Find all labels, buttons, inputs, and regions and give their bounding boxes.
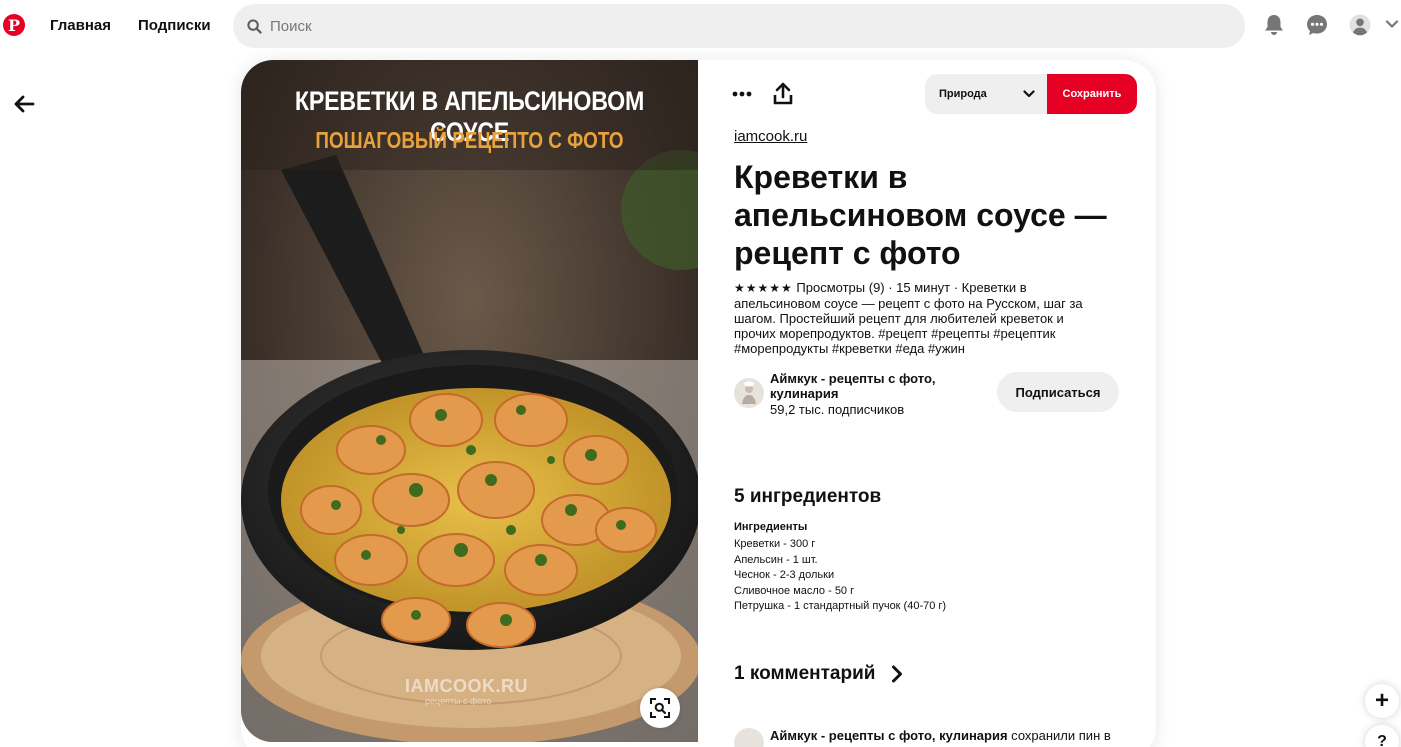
visual-search-icon <box>650 698 670 718</box>
image-title-line2: ПОШАГОВЫЙ РЕЦЕПТО С ФОТО <box>315 127 624 153</box>
nav-subscriptions-link[interactable]: Подписки <box>138 17 211 34</box>
more-dots-icon <box>732 91 752 97</box>
search-icon <box>247 18 262 34</box>
logo-letter: P <box>7 15 21 35</box>
messages-icon[interactable] <box>1306 14 1328 36</box>
image-watermark: IAMCOOK.RU <box>405 676 528 696</box>
follow-button[interactable]: Подписаться <box>997 372 1119 412</box>
author-followers: 59,2 тыс. подписчиков <box>770 402 905 417</box>
comments-toggle[interactable]: 1 комментарий <box>734 663 903 685</box>
pinterest-logo-icon[interactable]: P <box>3 14 25 36</box>
ingredient-item: Чеснок - 2-3 дольки <box>734 569 835 582</box>
add-button[interactable]: + <box>1365 684 1399 718</box>
image-watermark-sub: рецепты с фото <box>425 696 492 706</box>
chevron-down-icon <box>1023 90 1035 98</box>
ingredient-item: Петрушка - 1 стандартный пучок (40-70 г) <box>734 600 947 613</box>
saved-by-name[interactable]: Аймкук - рецепты с фото, кулинария <box>770 728 1008 743</box>
search-bar[interactable] <box>233 4 1245 48</box>
more-options-button[interactable] <box>724 84 760 104</box>
share-icon[interactable] <box>772 82 794 106</box>
board-select-label: Природа <box>939 88 987 100</box>
save-button[interactable]: Сохранить <box>1047 74 1137 114</box>
ingredient-item: Сливочное масло - 50 г <box>734 584 855 597</box>
chevron-down-icon[interactable] <box>1385 17 1399 31</box>
source-link[interactable]: iamcook.ru <box>734 128 807 145</box>
author-name[interactable]: Аймкук - рецепты с фото, кулинария <box>770 371 970 401</box>
top-navigation-bar: P Главная Подписки <box>0 0 1401 52</box>
search-input[interactable] <box>270 17 1170 35</box>
ingredient-item: Креветки - 300 г <box>734 538 816 550</box>
bell-icon[interactable] <box>1264 14 1284 36</box>
ingredients-list: Креветки - 300 г Апельсин - 1 шт. Чеснок… <box>734 537 946 615</box>
food-photo <box>241 60 698 742</box>
board-select-dropdown[interactable]: Природа <box>925 74 1047 114</box>
help-button[interactable]: ? <box>1365 725 1399 747</box>
comments-header-label: 1 комментарий <box>734 663 876 684</box>
ingredients-header: 5 ингредиентов <box>734 486 882 507</box>
chef-icon <box>742 381 756 404</box>
pin-description: ★★★★★ Просмотры (9) · 15 минут · Креветк… <box>734 280 1106 356</box>
saved-action-text: сохранили пин в <box>1007 728 1111 743</box>
chevron-right-icon <box>892 665 903 683</box>
ingredients-subheader: Ингредиенты <box>734 521 808 533</box>
user-avatar-icon[interactable] <box>1349 14 1371 36</box>
pin-stats: Просмотры (9) · 15 минут · <box>792 280 962 295</box>
ingredient-item: Апельсин - 1 шт. <box>734 553 818 566</box>
arrow-left-icon[interactable] <box>13 93 35 115</box>
pin-title: Креветки в апельсиновом соусе — рецепт с… <box>734 159 1107 271</box>
nav-home-link[interactable]: Главная <box>50 17 111 34</box>
saved-activity-text: Аймкук - рецепты с фото, кулинария сохра… <box>770 728 1130 743</box>
author-avatar[interactable] <box>734 378 764 408</box>
rating-stars: ★★★★★ <box>734 281 793 295</box>
saved-by-avatar[interactable] <box>734 728 764 747</box>
visual-search-button[interactable] <box>640 688 680 728</box>
pin-closeup-card: КРЕВЕТКИ В АПЕЛЬСИНОВОМ СОУСЕ ПОШАГОВЫЙ … <box>241 60 1156 747</box>
pin-image[interactable]: КРЕВЕТКИ В АПЕЛЬСИНОВОМ СОУСЕ ПОШАГОВЫЙ … <box>241 60 698 742</box>
